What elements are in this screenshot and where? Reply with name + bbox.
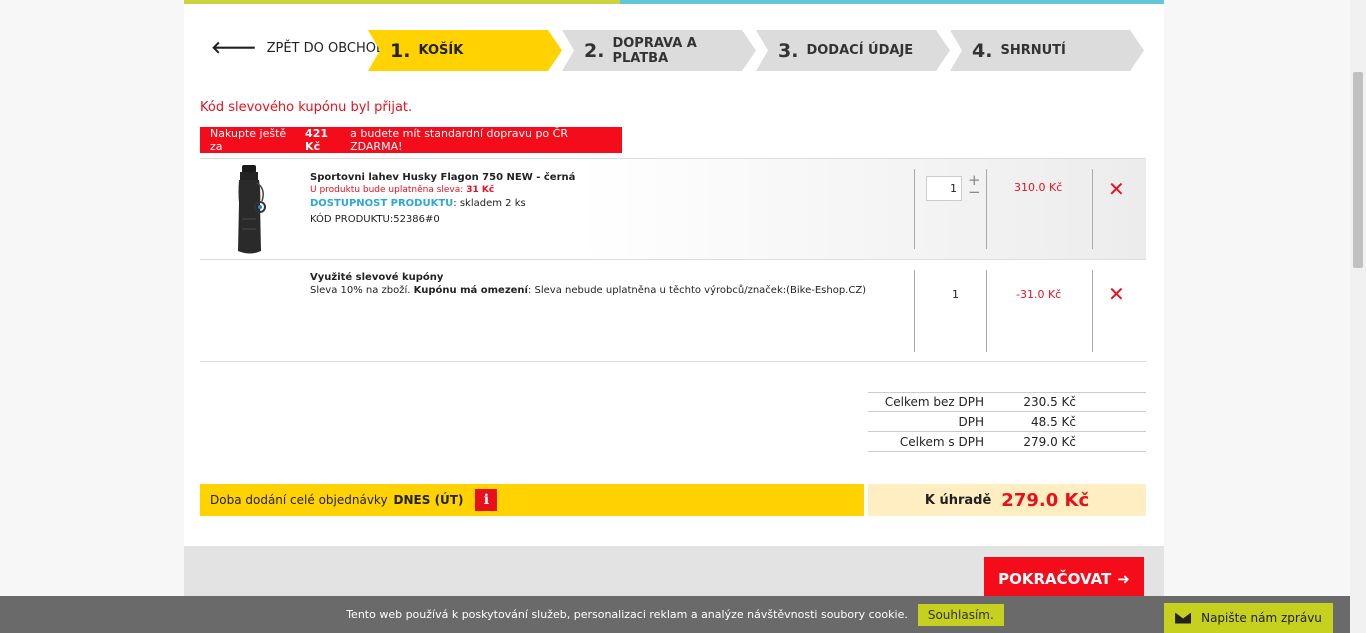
product-availability: DOSTUPNOST PRODUKTU: skladem 2 ks — [310, 197, 575, 210]
coupon-description: Sleva 10% na zboží. Kupónu má omezení: S… — [310, 284, 866, 297]
coupon-accepted-message: Kód slevového kupónu byl přijat. — [200, 100, 413, 115]
column-divider — [1092, 270, 1093, 352]
cookie-text: Tento web používá k poskytování služeb, … — [346, 608, 908, 621]
delivery-time-bar: Doba dodání celé objednávky DNES (ÚT) i — [200, 484, 864, 516]
step-label: DODACÍ ÚDAJE — [806, 43, 914, 58]
scrollbar-thumb[interactable] — [1353, 72, 1363, 268]
free-shipping-banner: Nakupte ještě za 421 Kč a budete mít sta… — [200, 127, 622, 153]
step-number: 2. — [584, 39, 605, 62]
delivery-value: DNES (ÚT) — [393, 493, 464, 507]
step-number: 4. — [972, 39, 993, 62]
cart-page: 🡐 ZPĚT DO OBCHODU 1. KOŠÍK 2. DOPRAVA A … — [184, 4, 1164, 633]
step-shipping-payment[interactable]: 2. DOPRAVA A PLATBA — [562, 30, 756, 71]
step-summary[interactable]: 4. SHRNUTÍ — [950, 30, 1144, 71]
product-discount: U produktu bude uplatněna sleva: 31 Kč — [310, 184, 575, 197]
column-divider — [986, 270, 987, 352]
amount-due-value: 279.0 Kč — [1001, 489, 1090, 511]
summary-row: Celkem bez DPH 230.5 Kč — [868, 392, 1146, 412]
product-info: Sportovni lahev Husky Flagon 750 NEW - č… — [310, 171, 575, 226]
cookie-bar: Tento web používá k poskytování služeb, … — [0, 596, 1350, 633]
background-left — [0, 0, 184, 633]
step-delivery-details[interactable]: 3. DODACÍ ÚDAJE — [756, 30, 950, 71]
product-image[interactable] — [230, 163, 270, 257]
coupon-desc-post: : Sleva nebude uplatněna u těchto výrobc… — [527, 285, 867, 296]
summary-label: Celkem bez DPH — [884, 395, 984, 409]
summary-row: DPH 48.5 Kč — [868, 412, 1146, 432]
free-ship-pre: Nakupte ještě za — [210, 127, 287, 153]
info-icon[interactable]: i — [475, 489, 498, 511]
free-ship-amount: 421 Kč — [305, 127, 329, 153]
chat-button[interactable]: Napište nám zprávu — [1164, 603, 1333, 633]
summary-value: 279.0 Kč — [1023, 434, 1076, 449]
step-number: 1. — [390, 39, 411, 62]
amount-due-label: K úhradě — [924, 492, 992, 508]
arrow-left-icon: 🡐 — [211, 38, 257, 58]
discount-text: U produktu bude uplatněna sleva: — [310, 185, 464, 195]
discount-value: 31 Kč — [466, 185, 495, 195]
summary-label: DPH — [958, 414, 985, 429]
arrow-right-icon: ➜ — [1117, 570, 1130, 588]
product-code: KÓD PRODUKTU:52386#0 — [310, 214, 440, 225]
column-divider — [986, 169, 987, 249]
background-right — [1164, 0, 1350, 633]
summary-value: 230.5 Kč — [1023, 395, 1076, 409]
continue-label: POKRAČOVAT — [998, 570, 1112, 588]
coupon-row: Využité slevové kupóny Sleva 10% na zbož… — [200, 262, 1146, 362]
step-cart[interactable]: 1. KOŠÍK — [368, 30, 562, 71]
checkout-steps: 1. KOŠÍK 2. DOPRAVA A PLATBA 3. DODACÍ Ú… — [368, 30, 1144, 71]
summary-value: 48.5 Kč — [1031, 414, 1076, 429]
minus-icon[interactable]: − — [968, 183, 981, 201]
step-label: DOPRAVA A PLATBA — [612, 35, 697, 66]
step-number: 3. — [778, 39, 799, 62]
column-divider — [914, 270, 915, 352]
product-price: 310.0 Kč — [1014, 181, 1063, 194]
summary-label: Celkem s DPH — [899, 434, 984, 449]
remove-item-icon[interactable]: ✕ — [1108, 177, 1125, 201]
availability-label: DOSTUPNOST PRODUKTU — [310, 198, 454, 209]
amount-due-box: K úhradě 279.0 Kč — [868, 484, 1146, 516]
continue-button[interactable]: POKRAČOVAT ➜ — [984, 557, 1144, 601]
delivery-label: Doba dodání celé objednávky — [210, 493, 388, 507]
coupon-info: Využité slevové kupóny Sleva 10% na zbož… — [310, 271, 866, 297]
summary-row: Celkem s DPH 279.0 Kč — [868, 432, 1146, 452]
price-summary: Celkem bez DPH 230.5 Kč DPH 48.5 Kč Celk… — [868, 392, 1146, 452]
coupon-desc-pre: Sleva 10% na zboží. — [310, 285, 411, 296]
quantity-input[interactable]: 1 — [926, 176, 962, 201]
remove-coupon-icon[interactable]: ✕ — [1108, 282, 1125, 306]
step-label: KOŠÍK — [418, 43, 464, 58]
scrollbar[interactable] — [1350, 0, 1366, 633]
availability-value: : skladem 2 ks — [453, 198, 526, 209]
coupon-price: -31.0 Kč — [1016, 288, 1062, 301]
free-ship-post: a budete mít standardní dopravu po ČR ZD… — [350, 127, 568, 153]
step-label: SHRNUTÍ — [1000, 43, 1066, 58]
coupon-title: Využité slevové kupóny — [310, 272, 444, 283]
cart-item-row: Sportovni lahev Husky Flagon 750 NEW - č… — [200, 158, 1146, 260]
envelope-icon — [1175, 612, 1192, 624]
column-divider — [914, 169, 915, 249]
cookie-accept-button[interactable]: Souhlasím. — [917, 603, 1004, 626]
chat-label: Napište nám zprávu — [1201, 611, 1322, 625]
coupon-quantity: 1 — [952, 288, 959, 301]
column-divider — [1092, 169, 1093, 249]
coupon-desc-bold: Kupónu má omezení — [413, 285, 528, 296]
product-name[interactable]: Sportovni lahev Husky Flagon 750 NEW - č… — [310, 171, 575, 184]
